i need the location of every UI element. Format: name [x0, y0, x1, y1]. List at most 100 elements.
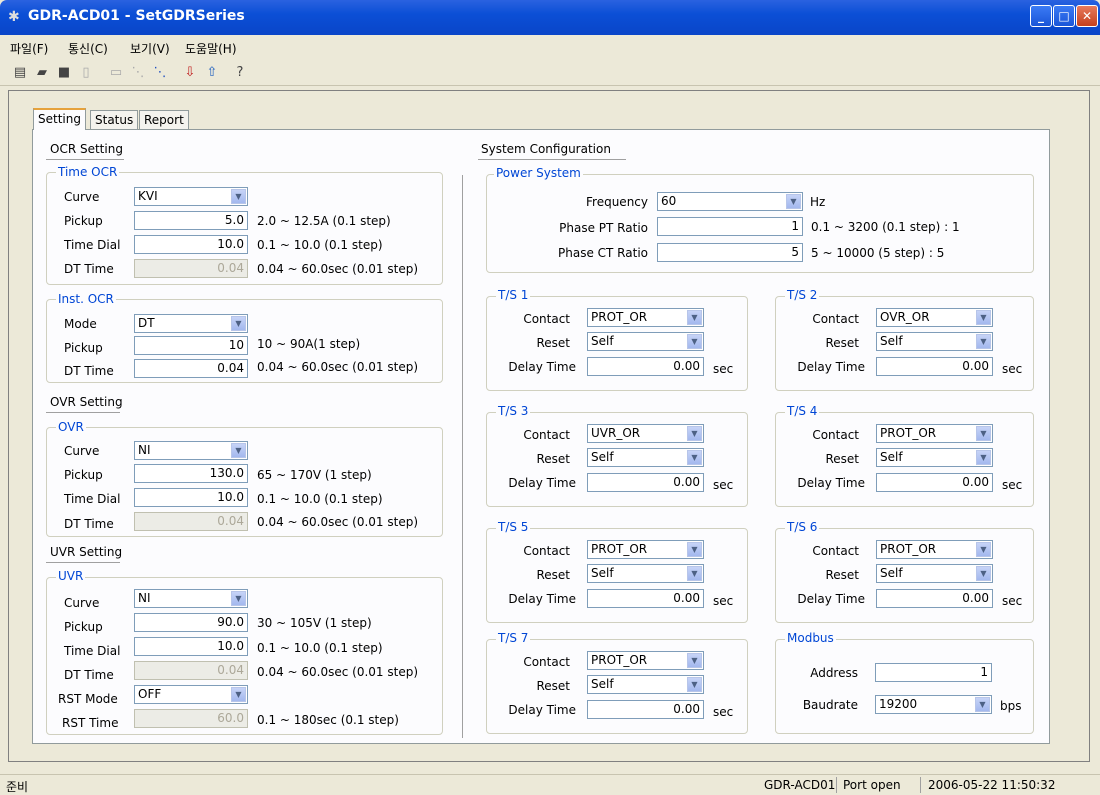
ovr-curve-select[interactable]: NI ▼ [134, 441, 248, 460]
pickup-label: Pickup [64, 620, 103, 634]
dt-time-hint: 0.04 ~ 60.0sec (0.01 step) [257, 515, 419, 529]
uvr-group-title: UVR [56, 569, 86, 583]
time-ocr-dt-input[interactable]: 0.04 [134, 259, 248, 278]
frequency-label: Frequency [586, 195, 648, 209]
new-icon[interactable]: ▤ [10, 63, 30, 83]
delay-unit: sec [713, 478, 734, 492]
ts-delay-input[interactable]: 0.00 [876, 589, 993, 608]
ts-contact-select[interactable]: PROT_OR ▼ [587, 540, 704, 559]
menu-file[interactable]: 파일(F) [10, 40, 48, 57]
close-button[interactable]: ✕ [1076, 5, 1098, 27]
frequency-select[interactable]: 60 ▼ [657, 192, 803, 211]
open-icon[interactable]: ▰ [32, 63, 52, 83]
menu-view[interactable]: 보기(V) [130, 40, 170, 57]
address-input[interactable]: 1 [875, 663, 992, 682]
chevron-down-icon: ▼ [687, 334, 702, 349]
ts-contact-select[interactable]: UVR_OR ▼ [587, 424, 704, 443]
time-dial-label: Time Dial [64, 492, 121, 506]
ts-delay-input[interactable]: 0.00 [587, 357, 704, 376]
download-icon[interactable]: ⇩ [180, 63, 200, 83]
maximize-button[interactable]: □ [1053, 5, 1075, 27]
dt-time-label: DT Time [64, 668, 114, 682]
ts-contact-select[interactable]: PROT_OR ▼ [876, 424, 993, 443]
chevron-down-icon: ▼ [687, 677, 702, 692]
contact-value: OVR_OR [880, 310, 930, 324]
menu-comm[interactable]: 통신(C) [68, 40, 108, 57]
minimize-button[interactable]: _ [1030, 5, 1052, 27]
ts-reset-select[interactable]: Self ▼ [587, 448, 704, 467]
tab-status[interactable]: Status [90, 110, 139, 130]
delay-time-label: Delay Time [508, 360, 576, 374]
status-bar: 준비 GDR-ACD01 Port open 2006-05-22 11:50:… [0, 774, 1100, 795]
ts-delay-input[interactable]: 0.00 [876, 473, 993, 492]
ts-contact-select[interactable]: PROT_OR ▼ [587, 651, 704, 670]
uvr-rst-mode-select[interactable]: OFF ▼ [134, 685, 248, 704]
ts-contact-select[interactable]: PROT_OR ▼ [587, 308, 704, 327]
ts-delay-input[interactable]: 0.00 [587, 589, 704, 608]
chevron-down-icon: ▼ [976, 310, 991, 325]
divider [836, 777, 837, 793]
inst-ocr-dt-input[interactable]: 0.04 [134, 359, 248, 378]
ovr-dt-input[interactable]: 0.04 [134, 512, 248, 531]
tab-report[interactable]: Report [139, 110, 189, 130]
pt-ratio-input[interactable]: 1 [657, 217, 803, 236]
uvr-curve-select[interactable]: NI ▼ [134, 589, 248, 608]
curve-label: Curve [64, 190, 100, 204]
baudrate-select[interactable]: 19200 ▼ [875, 695, 992, 714]
chevron-down-icon: ▼ [231, 316, 246, 331]
ts-delay-input[interactable]: 0.00 [876, 357, 993, 376]
maximize-icon: □ [1058, 9, 1070, 23]
frequency-unit: Hz [810, 195, 826, 209]
rst-mode-label: RST Mode [58, 692, 118, 706]
window-title: GDR-ACD01 - SetGDRSeries [28, 8, 245, 24]
ovr-pickup-input[interactable]: 130.0 [134, 464, 248, 483]
contact-label: Contact [812, 544, 859, 558]
ts-delay-input[interactable]: 0.00 [587, 473, 704, 492]
ts-reset-select[interactable]: Self ▼ [587, 564, 704, 583]
title-bar: ✱ GDR-ACD01 - SetGDRSeries _ □ ✕ [0, 0, 1100, 35]
uvr-pickup-input[interactable]: 90.0 [134, 613, 248, 632]
contact-label: Contact [812, 312, 859, 326]
pickup-hint: 10 ~ 90A(1 step) [257, 337, 361, 351]
about-icon[interactable]: ? [230, 63, 250, 83]
time-ocr-time-dial-input[interactable]: 10.0 [134, 235, 248, 254]
baudrate-value: 19200 [879, 697, 918, 711]
ts-title: T/S 1 [496, 288, 531, 302]
pickup-hint: 65 ~ 170V (1 step) [257, 468, 372, 482]
contact-value: PROT_OR [880, 426, 937, 440]
column-divider [462, 175, 463, 738]
reset-label: Reset [536, 452, 570, 466]
time-ocr-curve-select[interactable]: KVI ▼ [134, 187, 248, 206]
dt-time-hint: 0.04 ~ 60.0sec (0.01 step) [257, 665, 419, 679]
upload-icon[interactable]: ⇧ [202, 63, 222, 83]
ts-contact-select[interactable]: OVR_OR ▼ [876, 308, 993, 327]
ct-ratio-input[interactable]: 5 [657, 243, 803, 262]
reset-label: Reset [536, 568, 570, 582]
ts-reset-select[interactable]: Self ▼ [876, 332, 993, 351]
save-icon[interactable]: ■ [54, 63, 74, 83]
chevron-down-icon: ▼ [687, 542, 702, 557]
link-icon[interactable]: ⋱ [150, 63, 170, 83]
connect-icon[interactable]: ▭ [106, 63, 126, 83]
uvr-time-dial-input[interactable]: 10.0 [134, 637, 248, 656]
ts-contact-select[interactable]: PROT_OR ▼ [876, 540, 993, 559]
uvr-dt-input[interactable]: 0.04 [134, 661, 248, 680]
ts-reset-select[interactable]: Self ▼ [587, 332, 704, 351]
curve-label: Curve [64, 444, 100, 458]
tab-setting[interactable]: Setting [33, 108, 86, 130]
reset-label: Reset [825, 452, 859, 466]
ts-reset-select[interactable]: Self ▼ [876, 448, 993, 467]
menu-help[interactable]: 도움말(H) [185, 40, 237, 57]
print-icon[interactable]: ▯ [76, 63, 96, 83]
ts-reset-select[interactable]: Self ▼ [876, 564, 993, 583]
inst-ocr-pickup-input[interactable]: 10 [134, 336, 248, 355]
ovr-time-dial-input[interactable]: 10.0 [134, 488, 248, 507]
inst-ocr-mode-select[interactable]: DT ▼ [134, 314, 248, 333]
contact-value: PROT_OR [591, 310, 648, 324]
ts-reset-select[interactable]: Self ▼ [587, 675, 704, 694]
uvr-rst-time-input[interactable]: 60.0 [134, 709, 248, 728]
ts-delay-input[interactable]: 0.00 [587, 700, 704, 719]
time-ocr-pickup-input[interactable]: 5.0 [134, 211, 248, 230]
disconnect-icon[interactable]: ⋱ [128, 63, 148, 83]
chevron-down-icon: ▼ [976, 542, 991, 557]
